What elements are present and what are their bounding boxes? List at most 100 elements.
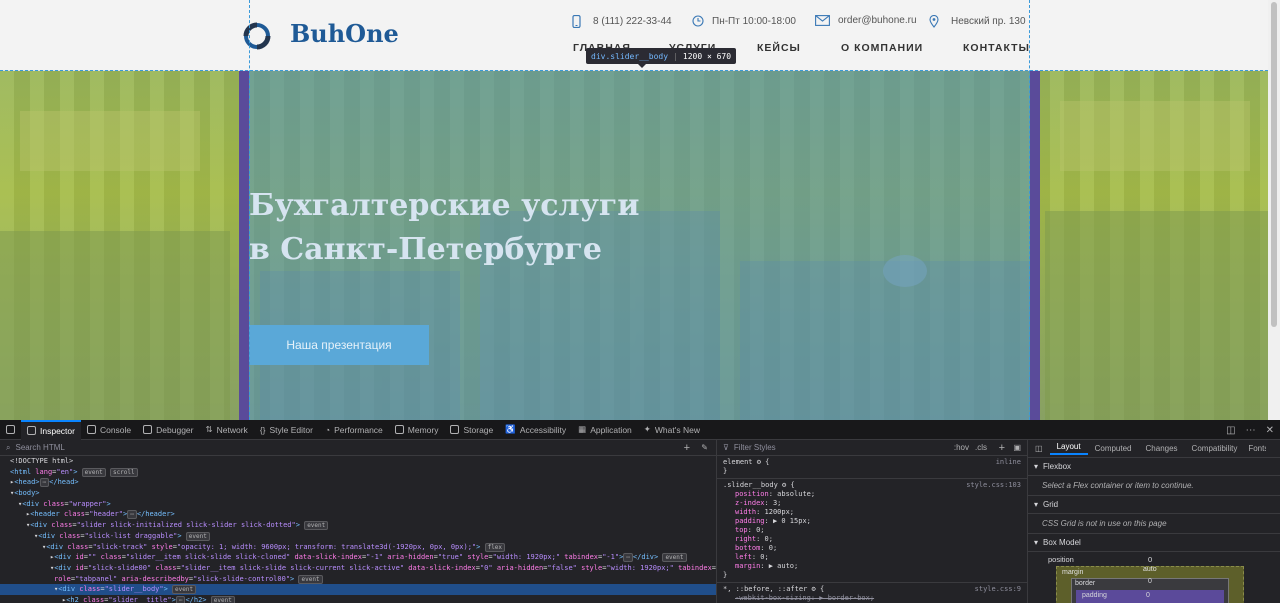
bm-padding-value[interactable]: 0: [1146, 592, 1150, 599]
dock-icon[interactable]: ◫: [1226, 425, 1235, 436]
bm-margin-value[interactable]: auto: [1143, 566, 1157, 573]
bm-margin-box: margin auto border 0 padding 0: [1056, 566, 1244, 603]
nav-link-about[interactable]: О КОМПАНИИ: [841, 42, 923, 54]
declaration[interactable]: margin: ▶ auto;: [735, 562, 1021, 571]
boxmodel-title: Box Model: [1043, 538, 1081, 547]
page-scrollbar[interactable]: [1268, 0, 1280, 420]
gear-icon[interactable]: ⚙: [757, 458, 761, 466]
tree-node-slider[interactable]: ▾<div class="slider slick-initialized sl…: [0, 520, 716, 531]
tab-accessibility-label: Accessibility: [519, 424, 567, 435]
element-rule: inline element ⚙ {}: [723, 458, 1021, 475]
address-text: Невский пр. 130: [951, 16, 1026, 27]
contact-phone[interactable]: 8 (111) 222-33-44: [572, 15, 672, 28]
styles-filter-bar[interactable]: ⊽ Filter Styles :hov .cls + ▣: [717, 440, 1027, 456]
tab-style-editor[interactable]: {} Style Editor: [254, 420, 319, 440]
universal-rule-declaration[interactable]: -webkit-box-sizing: ▶ border-box;: [723, 594, 1021, 603]
tree-node-slider-body-selected[interactable]: ▾<div class="slider__body"> event: [0, 584, 716, 595]
gear-icon[interactable]: ⚙: [812, 585, 816, 593]
nav-link-cases[interactable]: КЕЙСЫ: [757, 42, 801, 54]
add-rule-icon[interactable]: +: [999, 442, 1005, 454]
tree-node-wrapper[interactable]: ▾<div class="wrapper">: [0, 499, 716, 510]
devtools-window-controls: ◫ ⋯ ✕: [1226, 420, 1274, 440]
tree-node-slick-list[interactable]: ▾<div class="slick-list draggable"> even…: [0, 531, 716, 542]
tab-computed[interactable]: Computed: [1088, 444, 1139, 453]
sidebar-tabs: ◫ Layout Computed Changes Compatibility …: [1028, 440, 1280, 458]
tree-node-body[interactable]: ▾<body>: [0, 488, 716, 499]
application-icon: ▦: [578, 424, 587, 434]
performance-icon: ◔: [324, 424, 331, 435]
html-search-input[interactable]: Search HTML: [15, 443, 64, 452]
tooltip-separator: |: [673, 51, 678, 61]
hov-toggle[interactable]: :hov: [954, 443, 969, 452]
html-search-bar[interactable]: ⌕ Search HTML + ✎: [0, 440, 716, 456]
scroll-badge[interactable]: scroll: [109, 467, 138, 477]
tab-storage[interactable]: Storage: [444, 420, 499, 440]
nav-link-contacts[interactable]: КОНТАКТЫ: [963, 42, 1030, 54]
page-scrollbar-thumb[interactable]: [1271, 2, 1277, 327]
tab-console[interactable]: Console: [81, 420, 137, 440]
declaration[interactable]: position: absolute;: [735, 490, 1021, 499]
tree-node-html[interactable]: <html lang="en"> event scroll: [0, 467, 716, 478]
tree-node-head[interactable]: ▸<head> ⋯ </head>: [0, 477, 716, 488]
presentation-button[interactable]: Наша презентация: [249, 325, 429, 365]
declaration[interactable]: right: 0;: [735, 535, 1021, 544]
tab-network[interactable]: ⇅ Network: [200, 420, 254, 440]
more-options-icon[interactable]: ⋯: [1246, 425, 1256, 436]
declaration[interactable]: left: 0;: [735, 553, 1021, 562]
tab-style-editor-label: Style Editor: [269, 424, 313, 435]
declaration[interactable]: width: 1200px;: [735, 508, 1021, 517]
tab-memory[interactable]: Memory: [389, 420, 445, 440]
bm-position-label: position: [1048, 555, 1074, 564]
pick-element-icon: [6, 425, 15, 434]
add-node-icon[interactable]: +: [684, 442, 690, 454]
flexbox-section-header[interactable]: ▾ Flexbox: [1028, 458, 1280, 476]
memory-icon: [394, 425, 404, 434]
declaration[interactable]: padding: ▶ 0 15px;: [735, 517, 1021, 526]
tab-fonts[interactable]: Fonts: [1244, 444, 1266, 453]
cls-toggle[interactable]: .cls: [975, 443, 987, 452]
close-icon[interactable]: ✕: [1266, 425, 1274, 436]
tree-node-doctype[interactable]: <!DOCTYPE html>: [0, 456, 716, 467]
pick-element-button[interactable]: [0, 420, 21, 440]
filter-styles-input[interactable]: Filter Styles: [734, 443, 776, 452]
tab-whats-new[interactable]: ✦ What's New: [638, 420, 706, 440]
tree-node-header[interactable]: ▸<header class="header"> ⋯ </header>: [0, 509, 716, 520]
tab-inspector[interactable]: Inspector: [21, 419, 81, 440]
boxmodel-section-header[interactable]: ▾ Box Model: [1028, 534, 1280, 552]
declaration[interactable]: top: 0;: [735, 526, 1021, 535]
inspector-guide-left: [249, 0, 250, 420]
inspector-icon: [27, 426, 36, 435]
tree-node-slide-current[interactable]: ▾<div id="slick-slide00" class="slider__…: [0, 563, 716, 574]
tab-performance[interactable]: ◔ Performance: [319, 420, 389, 440]
declaration[interactable]: bottom: 0;: [735, 544, 1021, 553]
tab-compatibility[interactable]: Compatibility: [1185, 444, 1245, 453]
print-media-icon[interactable]: ▣: [1013, 443, 1021, 452]
tab-debugger[interactable]: Debugger: [137, 420, 199, 440]
bm-border-value[interactable]: 0: [1148, 578, 1152, 585]
search-icon: ⌕: [6, 442, 11, 452]
event-badge[interactable]: event: [81, 467, 106, 477]
bm-border-box: border 0 padding 0: [1071, 578, 1229, 603]
hero-title-line-1: Бухгалтерские услуги: [249, 188, 640, 223]
tree-node-slider-title[interactable]: ▸<h2 class="slider__title"> ⋯ </h2> event: [0, 595, 716, 603]
logo-icon: [243, 22, 271, 50]
tree-node-slide-cloned[interactable]: ▸<div id="" class="slider__item slick-sl…: [0, 552, 716, 563]
gear-icon[interactable]: ⚙: [782, 481, 786, 489]
tab-whats-new-label: What's New: [654, 424, 700, 435]
tab-accessibility[interactable]: ♿ Accessibility: [499, 420, 572, 440]
rule-source-link[interactable]: style.css:103: [966, 481, 1021, 490]
tab-changes[interactable]: Changes: [1139, 444, 1185, 453]
chevron-down-icon: ▾: [1034, 538, 1039, 547]
tab-layout[interactable]: Layout: [1049, 442, 1088, 455]
contact-email[interactable]: order@buhone.ru: [815, 15, 917, 26]
tab-network-label: Network: [216, 424, 248, 435]
eyedropper-icon[interactable]: ✎: [701, 443, 708, 452]
tree-node-slick-track[interactable]: ▾<div class="slick-track" style="opacity…: [0, 542, 716, 553]
declaration[interactable]: z-index: 3;: [735, 499, 1021, 508]
universal-rule-source[interactable]: style.css:9: [975, 585, 1021, 594]
tab-application[interactable]: ▦ Application: [572, 420, 638, 440]
toggle-pane-icon[interactable]: ◫: [1028, 444, 1050, 453]
chevron-down-icon: ▾: [1034, 500, 1039, 509]
logo-text[interactable]: BuhOne: [290, 19, 399, 48]
grid-section-header[interactable]: ▾ Grid: [1028, 496, 1280, 514]
